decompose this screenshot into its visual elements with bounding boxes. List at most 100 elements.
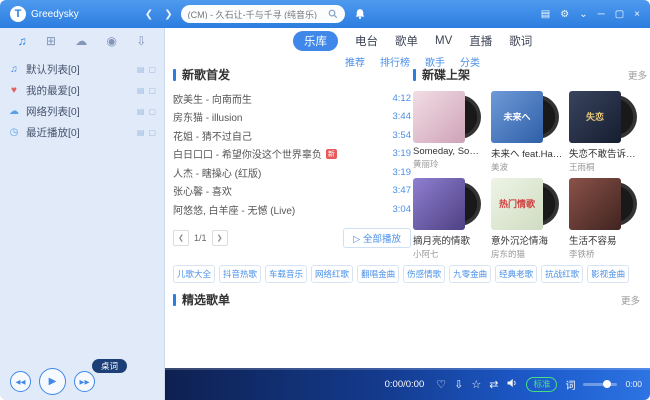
volume-speaker-icon[interactable]: [506, 377, 518, 392]
song-row[interactable]: 阿悠悠, 白羊座 - 无憾 (Live) 3:04: [173, 200, 411, 219]
page-next-button[interactable]: ❯: [211, 229, 228, 246]
category-tag-button[interactable]: 翻唱金曲: [357, 265, 400, 283]
album-card[interactable]: 生活不容易 李铁桥: [569, 178, 644, 260]
song-row[interactable]: 花姐 - 猜不过自己 3:54: [173, 126, 411, 145]
back-icon[interactable]: ❮: [145, 9, 153, 20]
category-tag-button[interactable]: 儿歌大全: [173, 265, 216, 283]
category-tag-button[interactable]: 抗战红歌: [541, 265, 584, 283]
album-cover[interactable]: [413, 91, 465, 143]
song-pager: ❮ 1/1 ❯ ▷ 全部播放: [173, 227, 411, 248]
category-tag-button[interactable]: 抖音热歌: [219, 265, 262, 283]
desktop-lyric-toggle[interactable]: 桌词: [92, 359, 128, 373]
album-cover-wrap: [413, 91, 485, 143]
tab-电台[interactable]: 电台: [355, 33, 378, 49]
album-artist: 王雨桐: [569, 162, 595, 172]
album-cover[interactable]: 热门情歌: [491, 178, 543, 230]
search-input[interactable]: [187, 9, 328, 19]
category-tag-button[interactable]: 影视金曲: [587, 265, 630, 283]
download-icon[interactable]: ⇩: [454, 378, 463, 391]
play-mode-shuffle-icon[interactable]: ⇄: [489, 378, 498, 391]
album-cover[interactable]: 失恋: [569, 91, 621, 143]
song-row[interactable]: 张心馨 - 喜欢 3:47: [173, 182, 411, 201]
album-artist: 黄丽玲: [413, 159, 439, 169]
song-name: 阿悠悠, 白羊座 - 无憾 (Live): [173, 205, 296, 217]
album-cover[interactable]: 未来へ: [491, 91, 543, 143]
volume-slider-handle[interactable]: [603, 380, 612, 388]
albums-more-link[interactable]: 更多: [628, 68, 647, 82]
radio-tab-icon[interactable]: ◉: [106, 34, 116, 48]
local-music-tab-icon[interactable]: ♫: [18, 34, 27, 48]
tab-歌词[interactable]: 歌词: [509, 33, 532, 49]
album-cover[interactable]: [413, 178, 465, 230]
sidebar-playlist-item[interactable]: ◷ 最近播放[0] ▤ ▢: [0, 122, 164, 143]
time-display: 0:00/0:00: [384, 378, 425, 390]
sidebar-playlist-item[interactable]: ♥ 我的最爱[0] ▤ ▢: [0, 80, 164, 101]
tab-乐库[interactable]: 乐库: [293, 31, 338, 51]
menu-icon[interactable]: ⌄: [579, 9, 587, 20]
album-title: 意外沉沦情海: [491, 236, 549, 247]
playlist-item-actions: ▤ ▢: [137, 86, 156, 95]
playlist-close-icon[interactable]: ▢: [148, 107, 156, 116]
category-tag-button[interactable]: 经典老歌: [495, 265, 538, 283]
album-card[interactable]: 失恋失恋不敢告诉身... 王雨桐: [569, 91, 644, 173]
playlist-share-icon[interactable]: ▤: [137, 128, 145, 137]
search-icon[interactable]: [328, 9, 338, 19]
album-artist: 小阿七: [413, 249, 439, 259]
playlists-more-link[interactable]: 更多: [621, 293, 640, 307]
song-new-badge: 新: [325, 148, 337, 159]
settings-icon[interactable]: ⚙: [560, 9, 569, 20]
playlist-close-icon[interactable]: ▢: [148, 128, 156, 137]
download-tab-icon[interactable]: ⇩: [136, 34, 146, 48]
mini-timer: 0:00: [625, 379, 642, 389]
close-icon[interactable]: ×: [634, 9, 640, 20]
song-row[interactable]: 人杰 - 瞎操心 (红版) 3:19: [173, 163, 411, 182]
next-track-button[interactable]: ▶▶: [74, 371, 95, 392]
quality-badge[interactable]: 标准: [526, 376, 558, 392]
category-tag-button[interactable]: 车载音乐: [265, 265, 308, 283]
lyric-button[interactable]: 词: [565, 377, 575, 392]
forward-icon[interactable]: ❯: [164, 9, 172, 20]
notification-bell-icon[interactable]: [354, 8, 366, 20]
album-title: 失恋不敢告诉身...: [569, 149, 641, 160]
sidebar-playlist-item[interactable]: ♫ 默认列表[0] ▤ ▢: [0, 59, 164, 80]
album-card[interactable]: 热门情歌 意外沉沦情海 房东的猫: [491, 178, 566, 260]
playlist-item-icon: ☁: [9, 106, 19, 117]
cloud-tab-icon[interactable]: ☁: [75, 34, 87, 48]
category-tag-button[interactable]: 九零金曲: [449, 265, 492, 283]
tab-直播[interactable]: 直播: [469, 33, 492, 49]
playlist-item-label: 默认列表[0]: [26, 64, 80, 76]
album-cover[interactable]: [569, 178, 621, 230]
playlist-share-icon[interactable]: ▤: [137, 86, 145, 95]
album-card[interactable]: 摘月亮的情歌 小阿七: [413, 178, 488, 260]
tab-歌单[interactable]: 歌单: [395, 33, 418, 49]
sidebar-playlist-item[interactable]: ☁ 网络列表[0] ▤ ▢: [0, 101, 164, 122]
tab-MV[interactable]: MV: [435, 35, 452, 47]
volume-slider[interactable]: [583, 380, 618, 388]
category-tag-button[interactable]: 网络红歌: [311, 265, 354, 283]
song-row[interactable]: 房东猫 - illusion 3:44: [173, 108, 411, 127]
play-all-button[interactable]: ▷ 全部播放: [343, 227, 411, 248]
category-tag-button[interactable]: 伤感情歌: [403, 265, 446, 283]
previous-track-button[interactable]: ◀◀: [10, 371, 31, 392]
album-card[interactable]: Someday, Som... 黄丽玲: [413, 91, 488, 173]
favorite-heart-icon[interactable]: ♡: [436, 378, 446, 391]
song-row[interactable]: 白日口口 - 希望你没这个世界辜负新 3:19: [173, 145, 411, 164]
minimize-icon[interactable]: ─: [598, 9, 605, 20]
playlist-close-icon[interactable]: ▢: [148, 86, 156, 95]
player-bar: 0:00/0:00 ♡ ⇩ ☆ ⇄ 标准 词 0:00: [165, 368, 650, 400]
page-prev-button[interactable]: ❮: [173, 229, 189, 246]
search-box[interactable]: [180, 5, 345, 23]
album-cover-wrap: [569, 178, 641, 230]
play-button[interactable]: ▶: [39, 368, 66, 395]
playlist-share-icon[interactable]: ▤: [137, 107, 145, 116]
device-tab-icon[interactable]: ⊞: [46, 34, 56, 48]
maximize-icon[interactable]: ▢: [615, 9, 624, 20]
page-indicator: 1/1: [194, 232, 207, 243]
skin-icon[interactable]: ▤: [541, 9, 550, 20]
song-name: 花姐 - 猜不过自己: [173, 131, 252, 143]
playlist-share-icon[interactable]: ▤: [137, 65, 145, 74]
song-row[interactable]: 欧美生 - 向南而生 4:12: [173, 89, 411, 108]
album-card[interactable]: 未来へ 未来へ feat.Hat... 美波: [491, 91, 566, 173]
playlist-close-icon[interactable]: ▢: [148, 65, 156, 74]
star-icon[interactable]: ☆: [471, 378, 481, 391]
